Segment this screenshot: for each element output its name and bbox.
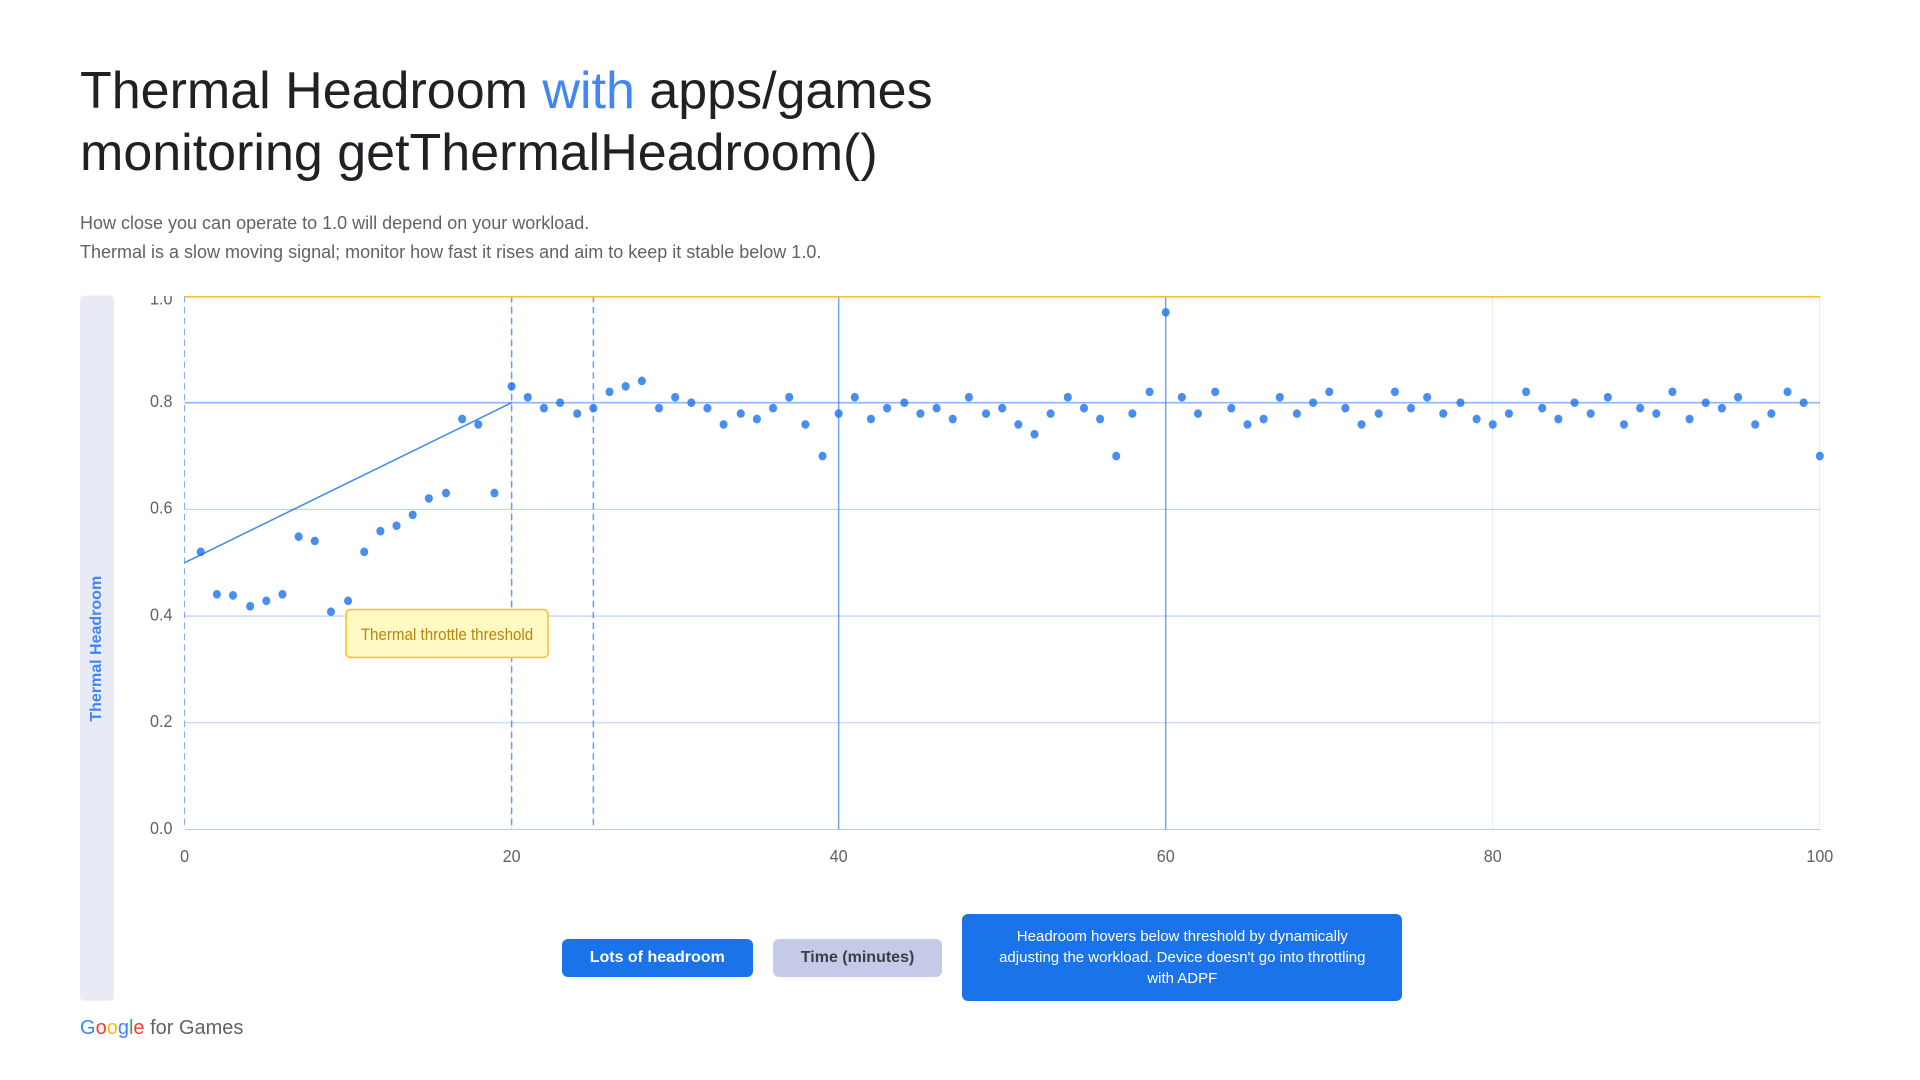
adpf-info-label: Headroom hovers below threshold by dynam… [962, 914, 1402, 1001]
svg-text:Thermal throttle threshold: Thermal throttle threshold [361, 627, 533, 645]
svg-text:0.4: 0.4 [150, 605, 172, 625]
svg-text:0.8: 0.8 [150, 392, 172, 412]
footer: Google for Games [80, 1017, 1840, 1040]
svg-text:0: 0 [180, 847, 189, 867]
time-minutes-label: Time (minutes) [773, 939, 943, 977]
page-title: Thermal Headroom with apps/games monitor… [80, 60, 1840, 185]
svg-text:0.0: 0.0 [150, 819, 172, 839]
svg-text:0.6: 0.6 [150, 499, 172, 519]
svg-text:60: 60 [1157, 847, 1175, 867]
subtitle: How close you can operate to 1.0 will de… [80, 209, 1840, 267]
x-axis-area: Lots of headroom Time (minutes) Headroom… [124, 914, 1840, 1001]
lots-of-headroom-label: Lots of headroom [562, 939, 753, 977]
svg-text:0.2: 0.2 [150, 712, 172, 732]
google-logo: Google for Games [80, 1017, 243, 1040]
svg-text:80: 80 [1484, 847, 1502, 867]
svg-text:1.0: 1.0 [150, 296, 172, 309]
svg-text:40: 40 [830, 847, 848, 867]
chart-svg: Thermal throttle threshold [124, 296, 1840, 906]
svg-text:100: 100 [1806, 847, 1833, 867]
svg-text:20: 20 [503, 847, 521, 867]
y-axis-label: Thermal Headroom [80, 296, 114, 1001]
